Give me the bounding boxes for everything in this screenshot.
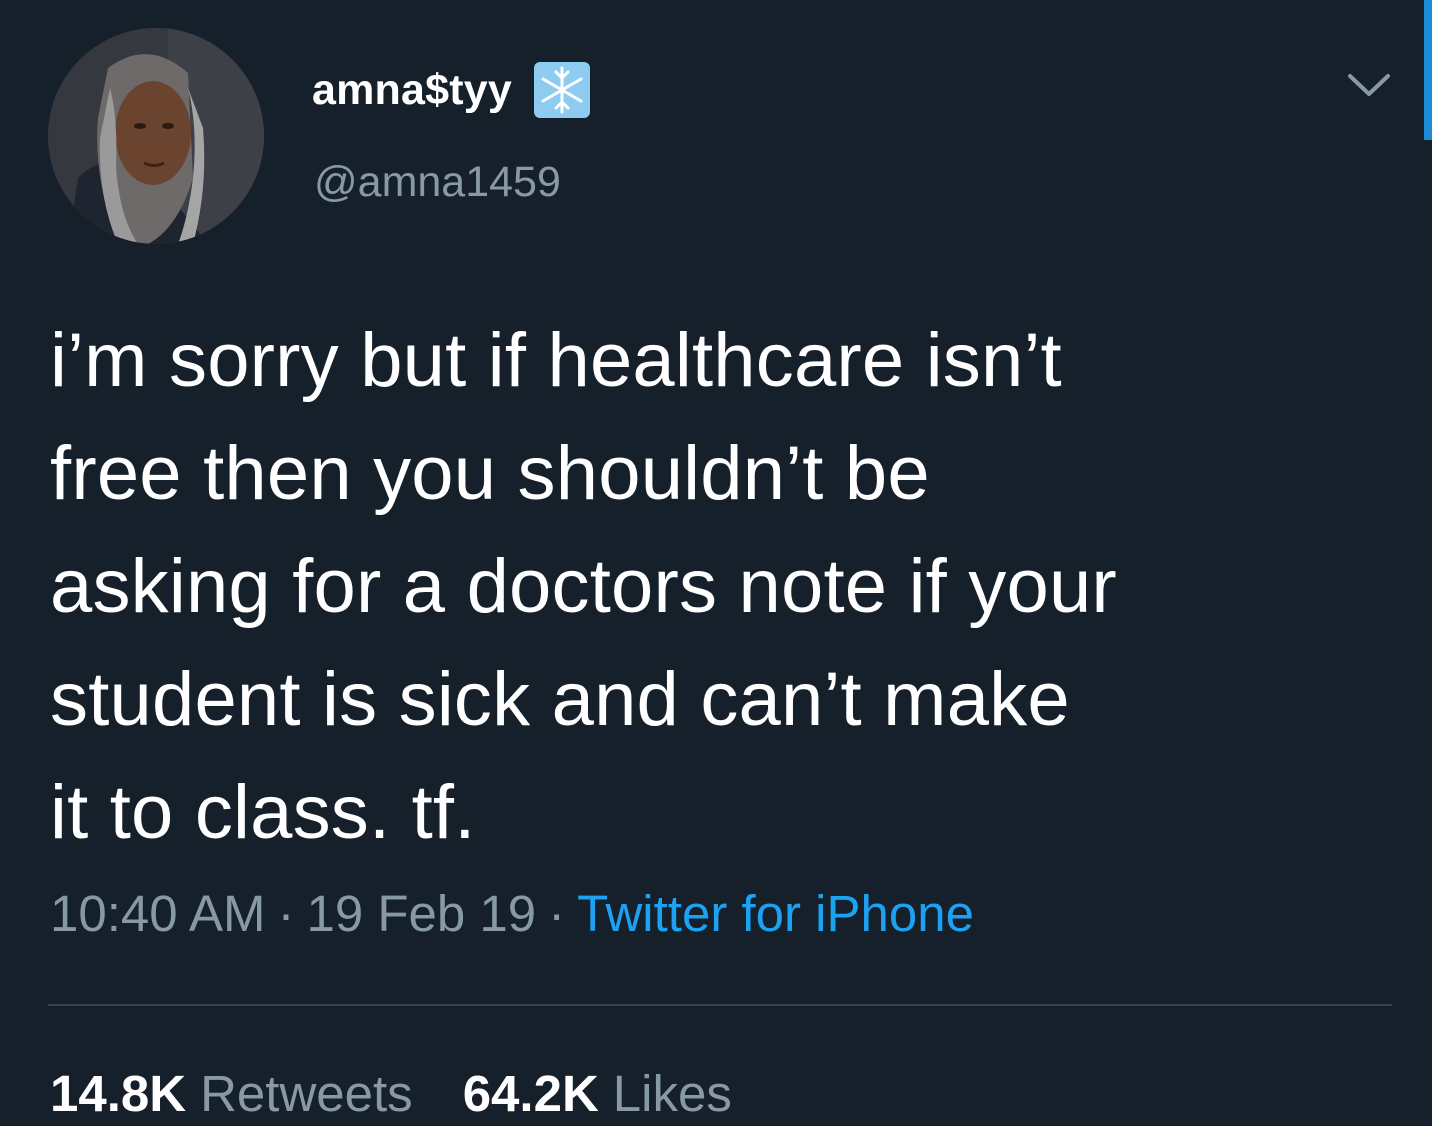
retweets-label: Retweets (200, 1065, 413, 1122)
tweet-text: i’m sorry but if healthcare isn’t free t… (50, 304, 1390, 869)
tweet-meta: 10:40 AM · 19 Feb 19 · Twitter for iPhone (50, 884, 974, 943)
scrollbar[interactable] (1424, 0, 1432, 140)
chevron-down-icon[interactable] (1346, 70, 1392, 100)
likes-count: 64.2K (462, 1065, 599, 1122)
snowflake-icon (534, 62, 590, 118)
likes-stat[interactable]: 64.2K Likes (463, 1065, 732, 1122)
tweet-detail: amna$tyy @amna1459 i’m sorry but if heal… (0, 0, 1432, 1126)
divider (48, 1004, 1392, 1006)
display-name-row: amna$tyy (312, 62, 590, 118)
tweet-text-line: asking for a doctors note if your (50, 544, 1117, 629)
tweet-stats: 14.8K Retweets 64.2K Likes (50, 1064, 732, 1123)
tweet-text-line: free then you shouldn’t be (50, 431, 930, 516)
meta-separator: · (277, 885, 295, 942)
avatar[interactable] (48, 28, 264, 244)
tweet-time[interactable]: 10:40 AM (50, 885, 265, 942)
retweets-stat[interactable]: 14.8K Retweets (50, 1065, 413, 1122)
display-name[interactable]: amna$tyy (312, 66, 512, 115)
likes-label: Likes (612, 1065, 732, 1122)
user-handle[interactable]: @amna1459 (314, 158, 561, 207)
avatar-image (48, 28, 264, 244)
retweets-count: 14.8K (50, 1065, 187, 1122)
tweet-date[interactable]: 19 Feb 19 (306, 885, 536, 942)
meta-separator: · (548, 885, 566, 942)
tweet-text-line: it to class. tf. (50, 770, 476, 855)
tweet-text-line: student is sick and can’t make (50, 657, 1070, 742)
tweet-text-line: i’m sorry but if healthcare isn’t (50, 318, 1062, 403)
tweet-source-link[interactable]: Twitter for iPhone (577, 885, 974, 942)
